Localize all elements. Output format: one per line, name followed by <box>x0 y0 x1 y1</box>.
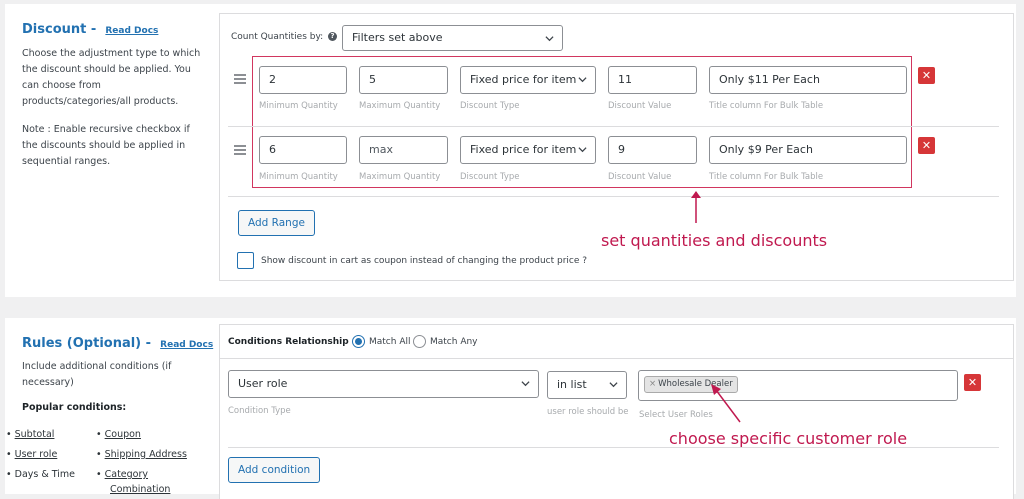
conditions-relationship-label: Conditions Relationship <box>228 337 349 347</box>
annotation-arrow-up <box>691 191 701 223</box>
help-icon[interactable]: ? <box>328 32 338 41</box>
range-2-max-input[interactable]: max <box>359 136 448 164</box>
coupon-checkbox[interactable] <box>237 252 254 269</box>
popular-condition-item[interactable]: Combination <box>110 484 170 495</box>
chevron-down-icon <box>609 382 618 388</box>
discount-heading: Discount - Read Docs <box>22 18 158 37</box>
count-quantities-label: Count Quantities by: ? <box>231 32 338 42</box>
operator-hint: user role should be <box>547 407 629 417</box>
chevron-down-icon <box>578 77 587 83</box>
range-1-value-hint: Discount Value <box>608 101 672 111</box>
range-1-title-hint: Title column For Bulk Table <box>709 101 824 111</box>
range-2-value-hint: Discount Value <box>608 172 672 182</box>
range-1-max-hint: Maximum Quantity <box>359 101 441 111</box>
popular-condition-item[interactable]: • Category <box>96 469 148 480</box>
popular-condition-item[interactable]: • Shipping Address <box>96 449 187 460</box>
range-1-value-input[interactable]: 11 <box>608 66 697 94</box>
range-divider <box>228 126 999 127</box>
rules-description: Include additional conditions (if necess… <box>22 361 172 388</box>
range-2-value-input[interactable]: 9 <box>608 136 697 164</box>
discount-read-docs-link[interactable]: Read Docs <box>105 26 158 36</box>
condition-delete-button[interactable]: ✕ <box>964 374 981 391</box>
role-annotation: choose specific customer role <box>669 429 908 448</box>
user-roles-hint: Select User Roles <box>639 410 713 420</box>
remove-tag-icon[interactable]: × <box>649 379 656 389</box>
popular-condition-item[interactable]: • Coupon <box>96 429 141 440</box>
match-any-radio[interactable] <box>413 335 426 348</box>
count-quantities-select[interactable]: Filters set above <box>342 25 563 51</box>
range-2-type-hint: Discount Type <box>460 172 520 182</box>
range-1-min-hint: Minimum Quantity <box>259 101 338 111</box>
popular-conditions-label: Popular conditions: <box>22 402 127 413</box>
chevron-down-icon <box>578 147 587 153</box>
condition-type-hint: Condition Type <box>228 406 291 416</box>
match-all-label: Match All <box>369 337 411 347</box>
operator-select[interactable]: in list <box>547 371 627 399</box>
discount-note: Note : Enable recursive checkbox if the … <box>22 124 190 167</box>
range-1-min-input[interactable]: 2 <box>259 66 347 94</box>
range-2-delete-button[interactable]: ✕ <box>918 137 935 154</box>
rules-title: Rules (Optional) - <box>22 336 152 351</box>
popular-condition-item[interactable]: • Subtotal <box>6 429 54 440</box>
chevron-down-icon <box>521 381 530 387</box>
range-1-max-input[interactable]: 5 <box>359 66 448 94</box>
range-2-min-hint: Minimum Quantity <box>259 172 338 182</box>
quantities-annotation: set quantities and discounts <box>601 231 828 250</box>
condition-type-select[interactable]: User role <box>228 370 539 398</box>
rules-divider <box>228 447 999 448</box>
drag-handle-icon[interactable] <box>234 74 246 86</box>
match-all-radio[interactable] <box>352 335 365 348</box>
range-1-title-input[interactable]: Only $11 Per Each <box>709 66 907 94</box>
rules-read-docs-link[interactable]: Read Docs <box>160 340 213 350</box>
range-2-title-input[interactable]: Only $9 Per Each <box>709 136 907 164</box>
discount-title: Discount - <box>22 22 97 37</box>
rules-divider <box>219 358 1014 359</box>
popular-condition-item[interactable]: • User role <box>6 449 57 460</box>
coupon-checkbox-label: Show discount in cart as coupon instead … <box>261 256 588 266</box>
range-1-type-hint: Discount Type <box>460 101 520 111</box>
add-condition-button[interactable]: Add condition <box>228 457 321 483</box>
range-2-title-hint: Title column For Bulk Table <box>709 172 824 182</box>
annotation-arrow-diagonal <box>711 384 741 423</box>
chevron-down-icon <box>545 36 554 42</box>
range-1-type-select[interactable]: Fixed price for item <box>460 66 596 94</box>
range-2-min-input[interactable]: 6 <box>259 136 347 164</box>
discount-description: Choose the adjustment type to which the … <box>22 48 201 107</box>
range-1-delete-button[interactable]: ✕ <box>918 67 935 84</box>
range-divider <box>228 196 999 197</box>
popular-condition-item[interactable]: • Days & Time <box>6 469 75 480</box>
rules-heading: Rules (Optional) - Read Docs <box>22 332 213 351</box>
match-any-label: Match Any <box>430 337 478 347</box>
drag-handle-icon[interactable] <box>234 145 246 157</box>
range-2-max-hint: Maximum Quantity <box>359 172 441 182</box>
add-range-button[interactable]: Add Range <box>238 210 315 236</box>
user-roles-multiselect[interactable]: × Wholesale Dealer <box>638 370 958 401</box>
range-2-type-select[interactable]: Fixed price for item <box>460 136 596 164</box>
